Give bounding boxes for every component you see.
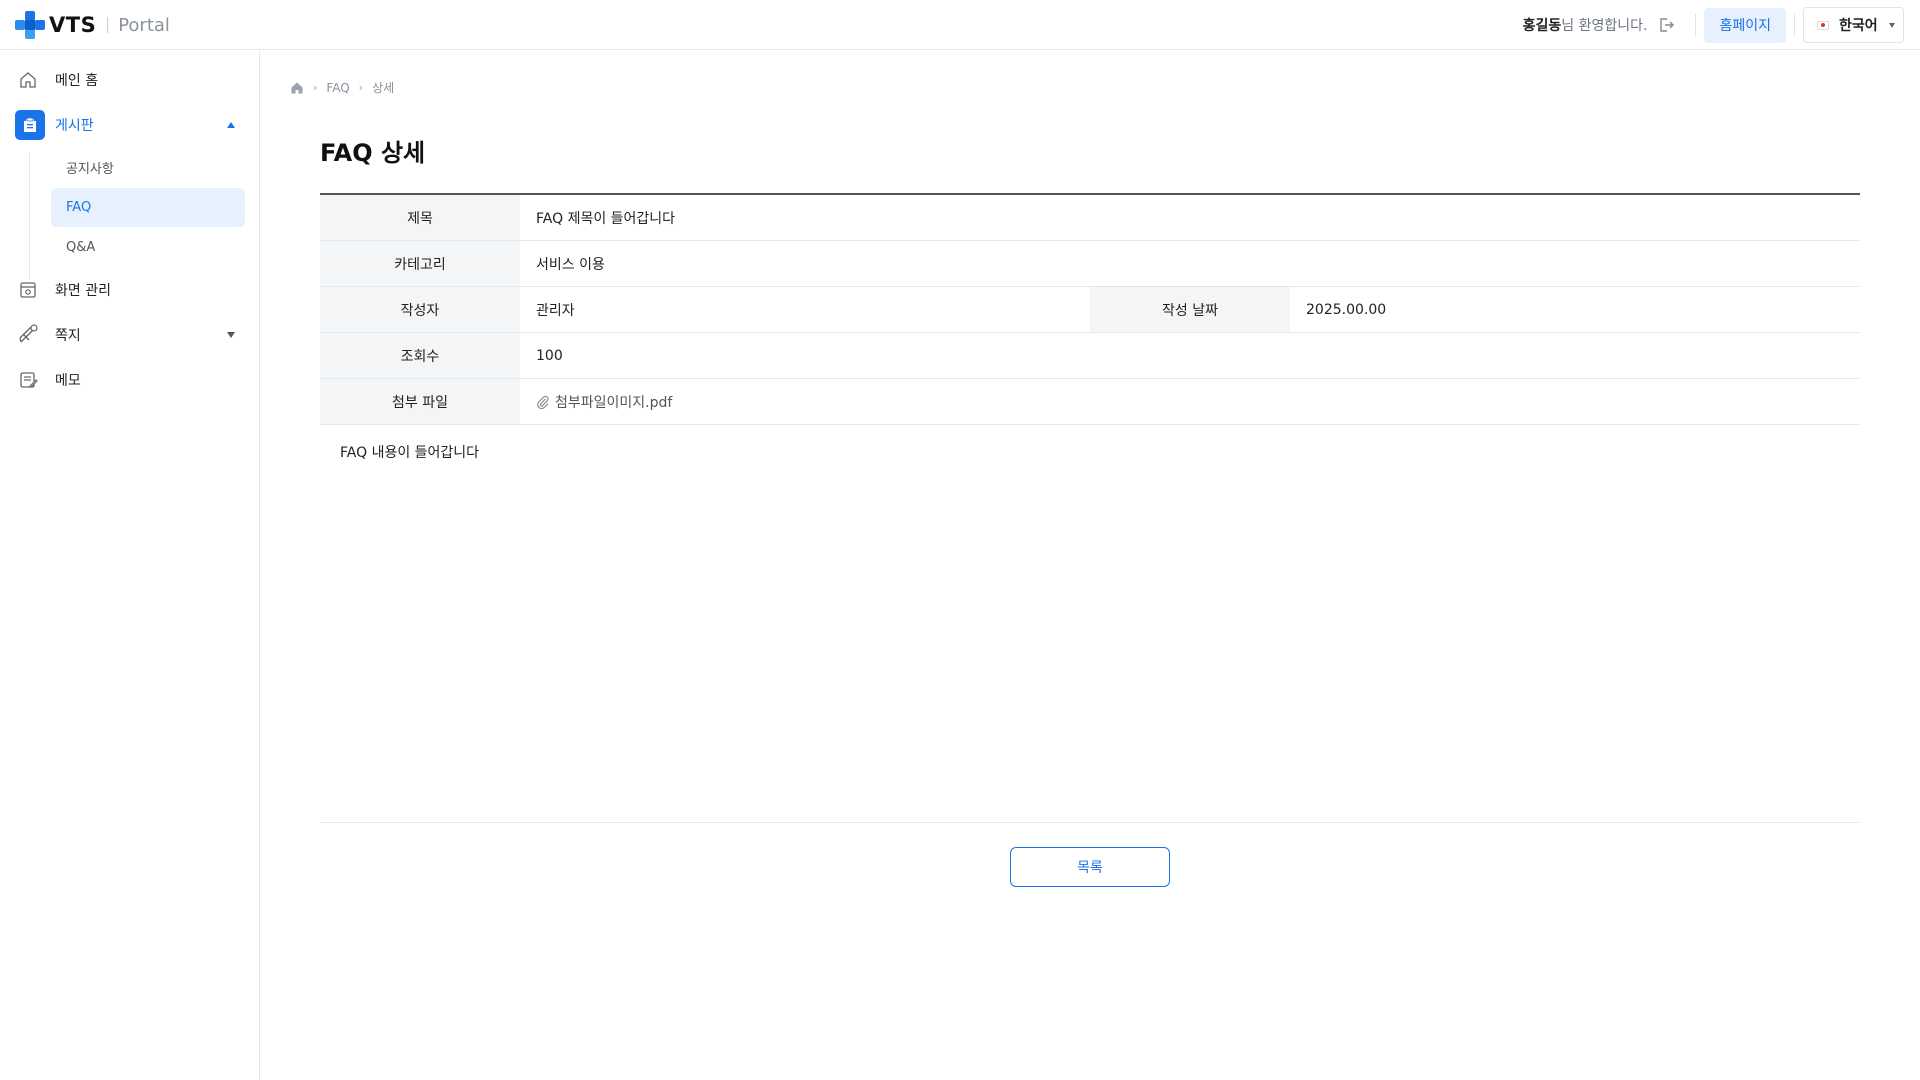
table-row: 첨부 파일 첨부파일이미지.pdf bbox=[320, 379, 1860, 425]
table-row: 카테고리 서비스 이용 bbox=[320, 241, 1860, 287]
attachment-link[interactable]: 첨부파일이미지.pdf bbox=[536, 392, 672, 412]
sidebar-item-memo[interactable]: 메모 bbox=[15, 365, 245, 395]
chevron-right-icon: › bbox=[313, 81, 318, 94]
attachment-filename: 첨부파일이미지.pdf bbox=[555, 394, 673, 411]
subnav-guide-line bbox=[29, 152, 30, 280]
sidebar-item-main-home[interactable]: 메인 홈 bbox=[15, 65, 245, 95]
row-header: 작성 날짜 bbox=[1090, 287, 1290, 332]
sidebar: 메인 홈 게시판 공지사항 FAQ Q&A 화면 관리 쪽지 메모 bbox=[0, 51, 260, 1080]
paperclip-icon bbox=[537, 395, 549, 409]
top-header: VTS Portal 홍길동님 환영합니다. 홈페이지 한국어 bbox=[0, 0, 1920, 50]
breadcrumb: › FAQ › 상세 bbox=[290, 79, 394, 96]
faq-content: FAQ 내용이 들어갑니다 bbox=[340, 445, 480, 461]
faq-views-value: 100 bbox=[536, 347, 563, 364]
faq-category-value: 서비스 이용 bbox=[536, 256, 605, 273]
row-header: 첨부 파일 bbox=[320, 379, 520, 424]
vts-logo-icon bbox=[15, 11, 45, 39]
table-row: 제목 FAQ 제목이 들어갑니다 bbox=[320, 195, 1860, 241]
sidebar-subitem-qna[interactable]: Q&A bbox=[51, 228, 245, 267]
logo-text: VTS bbox=[49, 13, 97, 37]
home-icon[interactable] bbox=[290, 81, 304, 95]
sidebar-subitem-notice[interactable]: 공지사항 bbox=[51, 148, 245, 187]
breadcrumb-item[interactable]: FAQ bbox=[326, 81, 349, 95]
screen-manage-icon bbox=[15, 277, 41, 303]
page-title: FAQ 상세 bbox=[320, 139, 426, 167]
homepage-button[interactable]: 홈페이지 bbox=[1704, 7, 1786, 43]
faq-detail-table: 제목 FAQ 제목이 들어갑니다 카테고리 서비스 이용 작성자 관리자 작성 … bbox=[320, 193, 1860, 425]
language-label: 한국어 bbox=[1839, 18, 1878, 34]
welcome-suffix: 님 환영합니다. bbox=[1561, 18, 1648, 34]
logo[interactable]: VTS Portal bbox=[15, 11, 170, 39]
header-right: 홍길동님 환영합니다. 홈페이지 한국어 bbox=[1523, 7, 1904, 43]
memo-icon bbox=[15, 367, 41, 393]
sidebar-item-label: 메모 bbox=[55, 373, 81, 389]
logo-divider bbox=[107, 17, 109, 33]
row-header: 조회수 bbox=[320, 333, 520, 378]
user-name: 홍길동 bbox=[1522, 18, 1562, 34]
list-button[interactable]: 목록 bbox=[1010, 847, 1170, 887]
row-header: 카테고리 bbox=[320, 241, 520, 286]
content-divider bbox=[320, 822, 1860, 823]
faq-title-value: FAQ 제목이 들어갑니다 bbox=[536, 210, 676, 227]
faq-date-value: 2025.00.00 bbox=[1306, 301, 1387, 318]
table-row: 조회수 100 bbox=[320, 333, 1860, 379]
row-header: 제목 bbox=[320, 195, 520, 240]
attachment-cell: 첨부파일이미지.pdf bbox=[520, 379, 1860, 424]
sidebar-item-label: 쪽지 bbox=[55, 328, 81, 344]
sidebar-item-message[interactable]: 쪽지 bbox=[15, 320, 245, 350]
welcome-message: 홍길동님 환영합니다. bbox=[1523, 15, 1648, 35]
header-divider bbox=[1794, 14, 1795, 36]
sidebar-subitem-faq[interactable]: FAQ bbox=[51, 188, 245, 227]
row-header: 작성자 bbox=[320, 287, 520, 332]
logout-icon[interactable] bbox=[1657, 16, 1675, 34]
header-divider bbox=[1695, 14, 1697, 36]
chevron-right-icon: › bbox=[358, 81, 364, 94]
sidebar-item-label: 메인 홈 bbox=[55, 73, 99, 89]
sidebar-item-screen-manage[interactable]: 화면 관리 bbox=[15, 275, 245, 305]
chevron-down-icon bbox=[1889, 23, 1895, 28]
sidebar-item-board[interactable]: 게시판 bbox=[15, 110, 245, 140]
chevron-down-icon bbox=[227, 332, 235, 338]
table-row: 작성자 관리자 작성 날짜 2025.00.00 bbox=[320, 287, 1860, 333]
sidebar-item-label: 화면 관리 bbox=[55, 283, 111, 299]
faq-author-value: 관리자 bbox=[536, 302, 575, 319]
chevron-up-icon bbox=[227, 122, 235, 128]
home-icon bbox=[15, 67, 41, 93]
logo-portal-text: Portal bbox=[118, 14, 170, 36]
breadcrumb-item-current: 상세 bbox=[372, 81, 395, 95]
language-select[interactable]: 한국어 bbox=[1803, 7, 1904, 43]
message-icon bbox=[15, 322, 41, 348]
board-icon bbox=[15, 110, 45, 140]
sidebar-item-label: 게시판 bbox=[55, 118, 94, 134]
korea-flag-icon bbox=[1817, 20, 1829, 30]
